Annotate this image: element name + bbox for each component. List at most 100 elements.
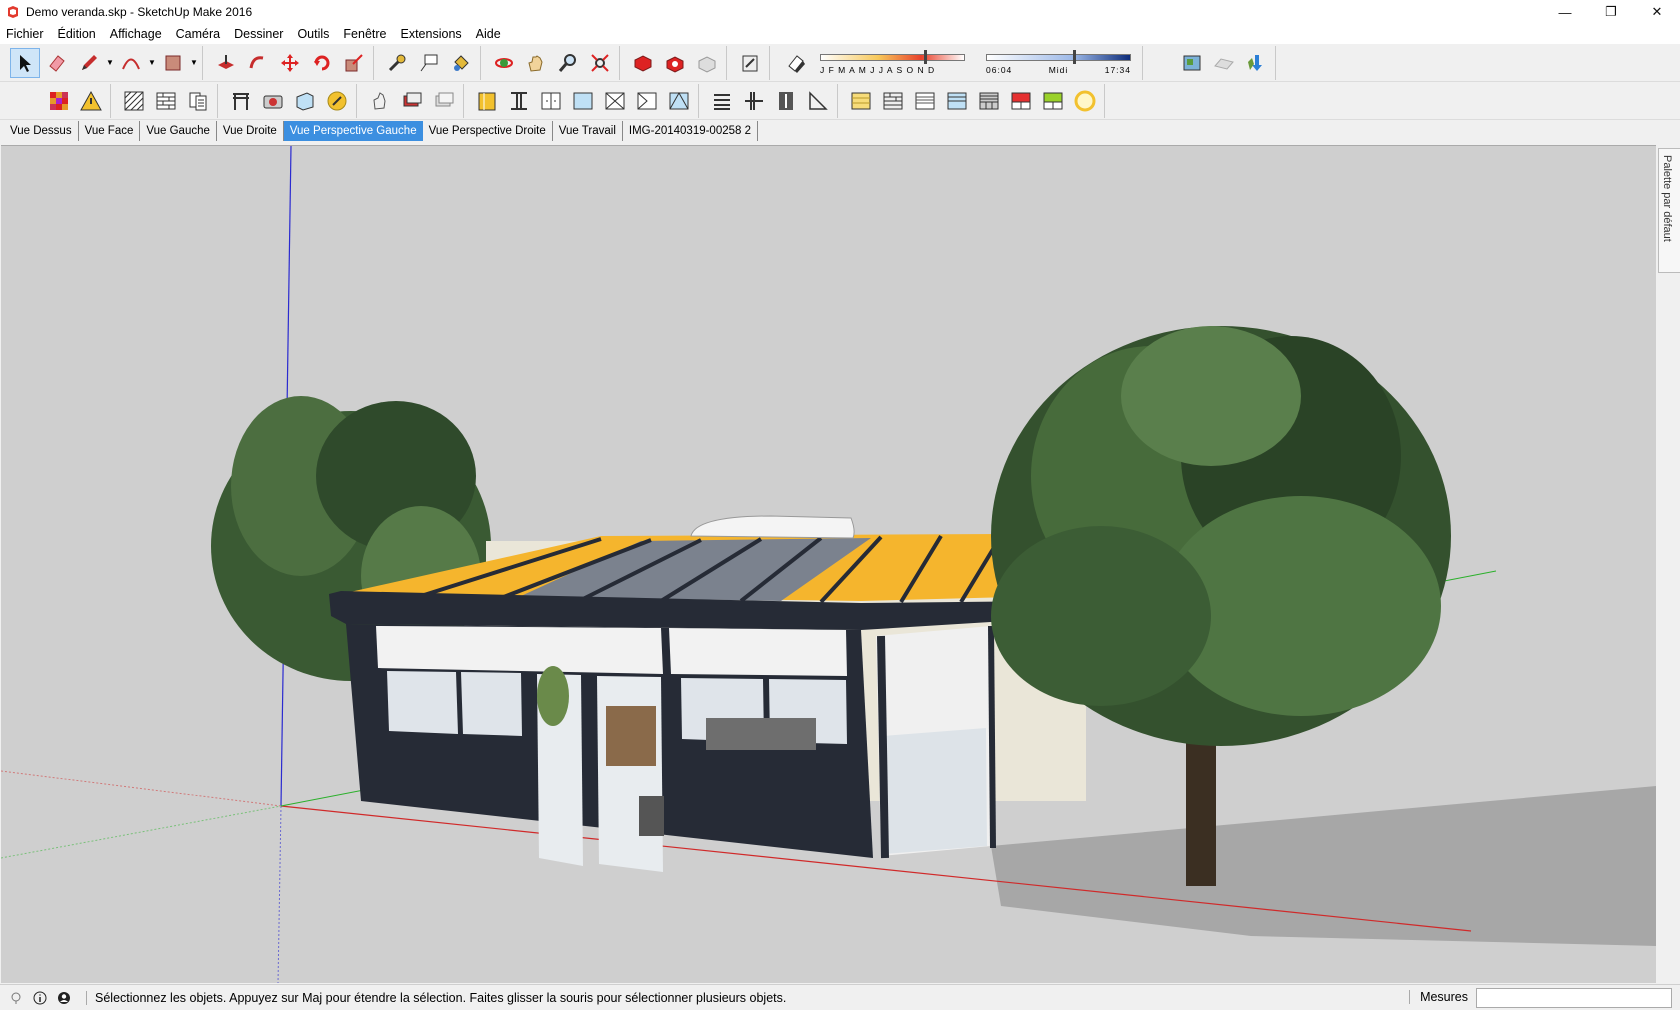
add-location-button[interactable] <box>1177 48 1207 78</box>
warehouse-box-icon <box>634 54 652 72</box>
3d-warehouse-button[interactable] <box>628 48 658 78</box>
maximize-button[interactable]: ❐ <box>1588 0 1634 24</box>
section-box-button[interactable] <box>290 86 320 116</box>
hatch-tool-button[interactable] <box>119 86 149 116</box>
close-button[interactable]: ✕ <box>1634 0 1680 24</box>
map-location-icon <box>1183 55 1201 70</box>
text-tool-button[interactable] <box>414 48 444 78</box>
scene-tab-vue-travail[interactable]: Vue Travail <box>553 121 623 141</box>
user-account-icon[interactable] <box>56 990 72 1006</box>
measures-input[interactable] <box>1476 988 1672 1008</box>
warning-tool-button[interactable] <box>76 86 106 116</box>
minimize-button[interactable]: — <box>1542 0 1588 24</box>
shadows-toggle-button[interactable] <box>781 48 811 78</box>
menu-fichier[interactable]: Fichier <box>6 27 44 41</box>
menu-outils[interactable]: Outils <box>297 27 329 41</box>
pencil-dropdown-arrow[interactable]: ▼ <box>105 48 115 78</box>
materials-grid-button[interactable] <box>44 86 74 116</box>
panel-brick-button[interactable] <box>878 86 908 116</box>
toolbar-group-location <box>1173 45 1276 80</box>
green-panel-icon <box>1043 92 1063 109</box>
push-pull-tool-button[interactable] <box>211 48 241 78</box>
light-button[interactable] <box>1070 86 1100 116</box>
follow-me-tool-button[interactable] <box>243 48 273 78</box>
menu-edition[interactable]: Édition <box>58 27 96 41</box>
cross-joint-icon <box>745 91 763 110</box>
panel-blind-button[interactable] <box>910 86 940 116</box>
menu-affichage[interactable]: Affichage <box>110 27 162 41</box>
menu-dessiner[interactable]: Dessiner <box>234 27 283 41</box>
arc-tool-button[interactable] <box>116 48 146 78</box>
compass-tool-button[interactable] <box>322 86 352 116</box>
side-window-button[interactable] <box>632 86 662 116</box>
time-slider-thumb[interactable] <box>1073 49 1076 64</box>
model-viewport[interactable] <box>1 145 1656 983</box>
blind-panel-icon <box>915 92 935 109</box>
tape-measure-tool-button[interactable] <box>382 48 412 78</box>
double-door-button[interactable] <box>536 86 566 116</box>
frame-tool-button[interactable] <box>226 86 256 116</box>
scene-tab-vue-dessus[interactable]: Vue Dessus <box>4 121 79 141</box>
zoom-tool-button[interactable] <box>553 48 583 78</box>
hand-select-button[interactable] <box>365 86 395 116</box>
menu-extensions[interactable]: Extensions <box>401 27 462 41</box>
rectangle-dropdown-arrow[interactable]: ▼ <box>189 48 199 78</box>
menu-camera[interactable]: Caméra <box>176 27 220 41</box>
camera-button[interactable] <box>258 86 288 116</box>
pencil-tool-button[interactable] <box>74 48 104 78</box>
credits-info-icon[interactable] <box>32 990 48 1006</box>
eraser-icon <box>49 54 65 72</box>
veranda-yellow-button[interactable] <box>472 86 502 116</box>
scale-tool-button[interactable] <box>339 48 369 78</box>
toolbar-group-structure <box>703 83 838 118</box>
fixed-window-button[interactable] <box>568 86 598 116</box>
pan-tool-button[interactable] <box>521 48 551 78</box>
horizontal-rail-button[interactable] <box>707 86 737 116</box>
extension-warehouse-button[interactable] <box>692 48 722 78</box>
geo-location-icon[interactable] <box>8 990 24 1006</box>
get-models-button[interactable] <box>1241 48 1271 78</box>
panel-glass-button[interactable] <box>942 86 972 116</box>
panel-yellow-button[interactable] <box>846 86 876 116</box>
scene-tab-vue-face[interactable]: Vue Face <box>79 121 141 141</box>
cross-joint-button[interactable] <box>739 86 769 116</box>
tilt-window-button[interactable] <box>600 86 630 116</box>
render-a-button[interactable] <box>397 86 427 116</box>
scene-tab-vue-perspective-droite[interactable]: Vue Perspective Droite <box>423 121 553 141</box>
time-slider[interactable]: 06:04 Midi 17:34 <box>986 48 1136 78</box>
eraser-tool-button[interactable] <box>42 48 72 78</box>
panel-red-button[interactable] <box>1006 86 1036 116</box>
scene-tab-vue-droite[interactable]: Vue Droite <box>217 121 284 141</box>
month-slider[interactable]: J F M A M J J A S O N D <box>820 48 970 78</box>
panel-shutter-button[interactable] <box>974 86 1004 116</box>
scene-tab-vue-gauche[interactable]: Vue Gauche <box>140 121 217 141</box>
month-slider-thumb[interactable] <box>924 49 927 64</box>
render-b-button[interactable] <box>429 86 459 116</box>
post-button[interactable] <box>504 86 534 116</box>
orbit-tool-button[interactable] <box>489 48 519 78</box>
brick-panel-icon <box>883 92 903 109</box>
scene-tab-vue-perspective-gauche[interactable]: Vue Perspective Gauche <box>283 121 423 141</box>
documents-button[interactable] <box>183 86 213 116</box>
veranda-scene[interactable] <box>1 146 1656 983</box>
default-tray-tab[interactable]: Palette par défaut <box>1658 148 1680 273</box>
rotate-tool-button[interactable] <box>307 48 337 78</box>
angle-button[interactable] <box>803 86 833 116</box>
menu-fenetre[interactable]: Fenêtre <box>343 27 386 41</box>
month-slider-track <box>820 53 965 61</box>
paint-bucket-tool-button[interactable] <box>446 48 476 78</box>
zoom-extents-tool-button[interactable] <box>585 48 615 78</box>
rectangle-tool-button[interactable] <box>158 48 188 78</box>
brick-wall-button[interactable] <box>151 86 181 116</box>
share-model-button[interactable] <box>660 48 690 78</box>
scene-tab-img[interactable]: IMG-20140319-00258 2 <box>623 121 759 141</box>
triangle-window-button[interactable] <box>664 86 694 116</box>
send-to-layout-button[interactable] <box>735 48 765 78</box>
height-button[interactable] <box>771 86 801 116</box>
move-tool-button[interactable] <box>275 48 305 78</box>
menu-aide[interactable]: Aide <box>476 27 501 41</box>
select-tool-button[interactable] <box>10 47 40 78</box>
panel-green-button[interactable] <box>1038 86 1068 116</box>
toggle-terrain-button[interactable] <box>1209 48 1239 78</box>
arc-dropdown-arrow[interactable]: ▼ <box>147 48 157 78</box>
